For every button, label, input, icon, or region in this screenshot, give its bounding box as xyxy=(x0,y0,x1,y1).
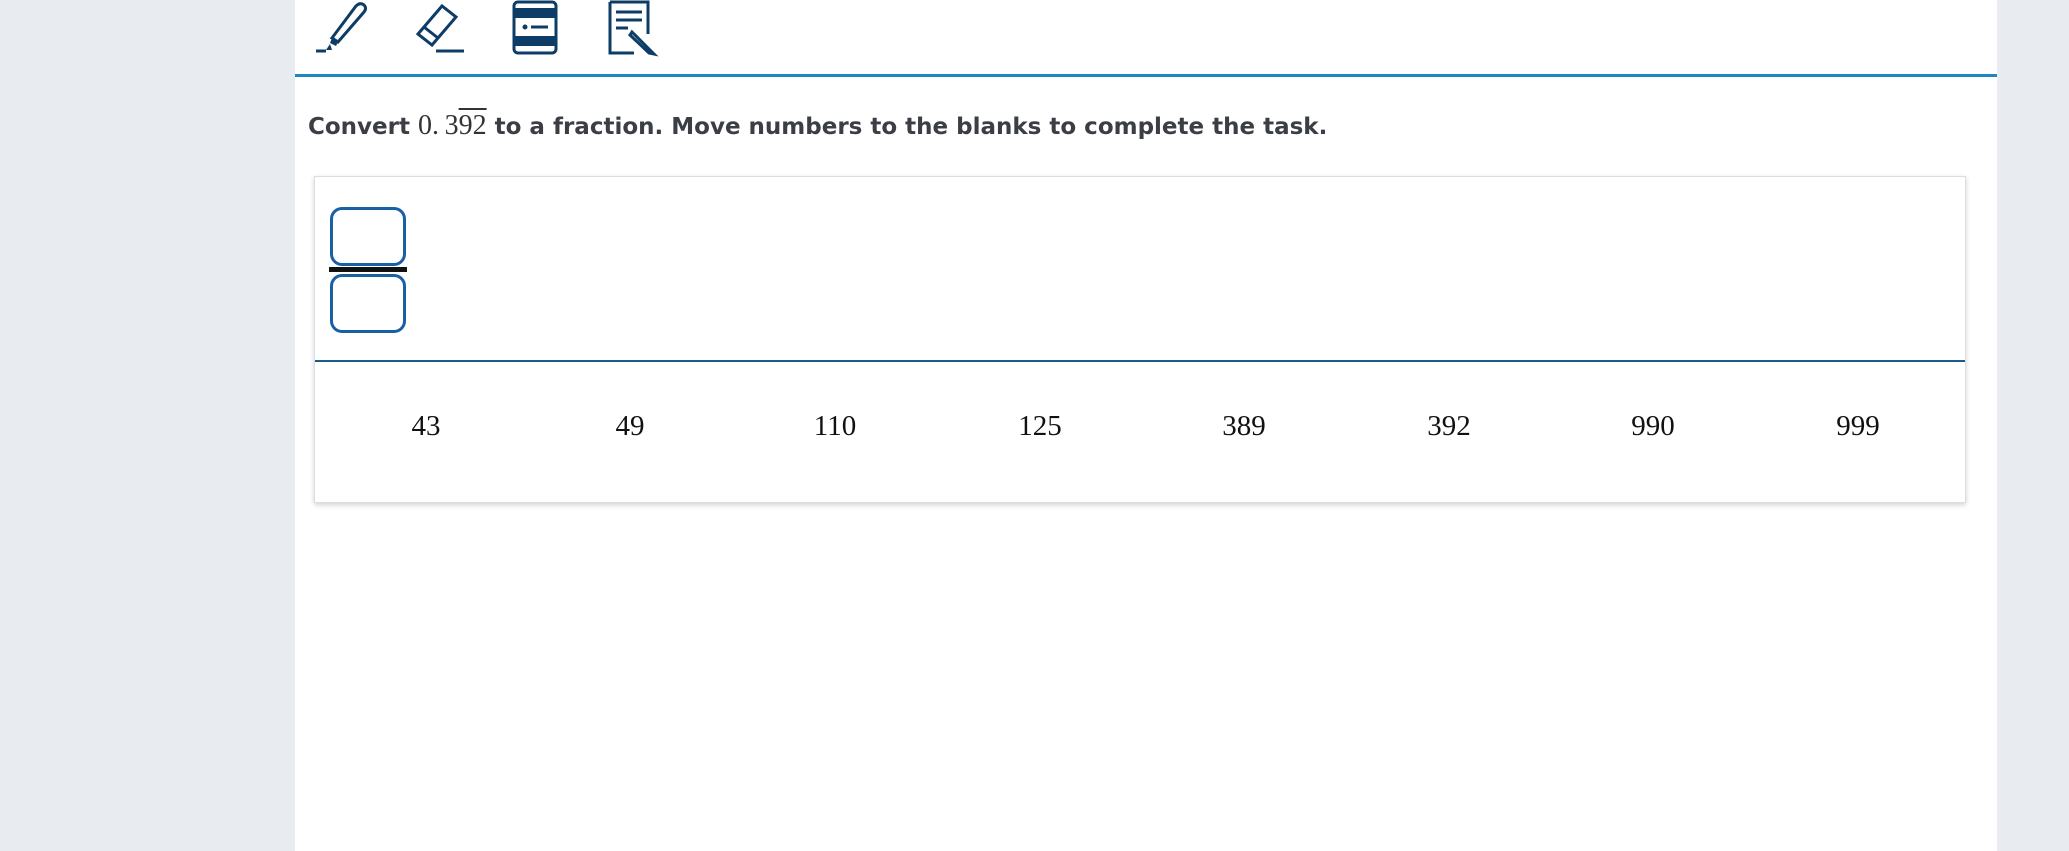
eraser-icon xyxy=(415,3,464,53)
number-tile-110[interactable]: 110 xyxy=(795,406,875,446)
number-tile-125[interactable]: 125 xyxy=(1000,406,1080,446)
prompt-suffix: to a fraction. Move numbers to the blank… xyxy=(494,114,1328,140)
number-tile-392[interactable]: 392 xyxy=(1409,406,1489,446)
decimal-nonrepeat: 3 xyxy=(444,110,459,141)
decimal-repeat: 92 xyxy=(458,110,487,141)
notepad-icon xyxy=(608,0,659,57)
line-reader-button[interactable] xyxy=(503,0,567,58)
denominator-blank[interactable] xyxy=(330,274,406,333)
number-tile-49[interactable]: 49 xyxy=(590,406,670,446)
answer-workspace xyxy=(315,177,1965,362)
fraction-bar xyxy=(329,267,407,272)
highlighter-button[interactable] xyxy=(311,0,375,58)
decimal-whole: 0. xyxy=(418,110,439,141)
toolbar xyxy=(295,0,1997,77)
number-tile-43[interactable]: 43 xyxy=(386,406,466,446)
numerator-blank[interactable] xyxy=(330,207,406,266)
eraser-button[interactable] xyxy=(407,0,471,58)
prompt-prefix: Convert xyxy=(308,114,410,140)
question-prompt: Convert 0. 392 to a fraction. Move numbe… xyxy=(308,110,1327,142)
number-tile-999[interactable]: 999 xyxy=(1818,406,1898,446)
drag-drop-card: 43 49 110 125 389 392 990 999 xyxy=(314,176,1966,503)
notepad-button[interactable] xyxy=(599,0,663,58)
number-tile-990[interactable]: 990 xyxy=(1613,406,1693,446)
question-area: Convert 0. 392 to a fraction. Move numbe… xyxy=(295,77,1997,851)
highlighter-icon xyxy=(316,2,367,53)
number-tile-389[interactable]: 389 xyxy=(1204,406,1284,446)
number-bank: 43 49 110 125 389 392 990 999 xyxy=(315,362,1965,502)
line-reader-icon xyxy=(512,0,558,55)
repeating-decimal: 0. 392 xyxy=(418,110,487,141)
assessment-panel: Convert 0. 392 to a fraction. Move numbe… xyxy=(295,0,1997,851)
